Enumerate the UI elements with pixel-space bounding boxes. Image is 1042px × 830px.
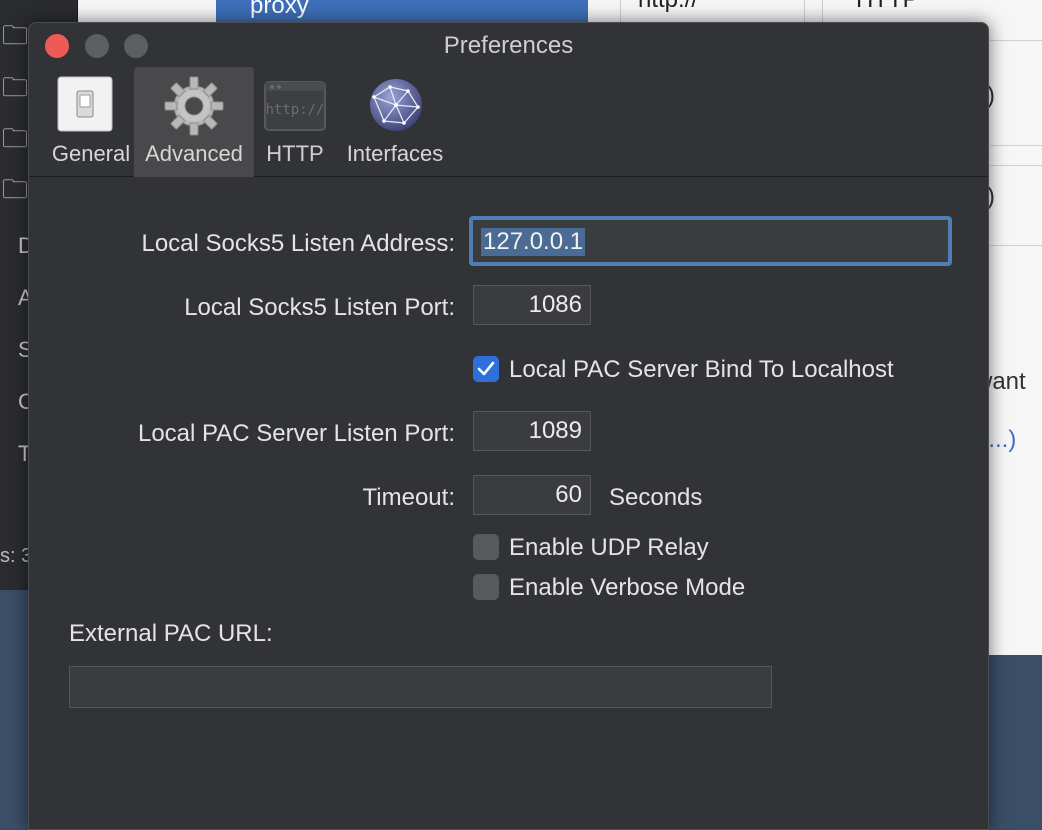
- svg-text:http://: http://: [265, 102, 324, 118]
- folder-icon: 🗀: [2, 175, 29, 205]
- tab-interfaces-label: Interfaces: [346, 141, 444, 166]
- socks-address-label: Local Socks5 Listen Address:: [141, 230, 455, 257]
- external-pac-url-input[interactable]: [69, 666, 772, 708]
- pac-port-label: Local PAC Server Listen Port:: [137, 420, 455, 447]
- socks-port-label: Local Socks5 Listen Port:: [184, 294, 455, 321]
- timeout-input[interactable]: 60: [473, 475, 591, 515]
- background-selected-row[interactable]: proxy: [216, 0, 588, 22]
- socks-address-input[interactable]: 127.0.0.1: [469, 216, 952, 266]
- pac-bind-localhost-label[interactable]: Local PAC Server Bind To Localhost: [509, 356, 894, 384]
- http-icon: http://: [264, 81, 326, 136]
- external-pac-url-label: External PAC URL:: [69, 620, 273, 647]
- tab-general-label: General: [51, 141, 131, 166]
- timeout-unit-label: Seconds: [609, 484, 703, 511]
- folder-icon: 🗀: [2, 73, 29, 103]
- window-title: Preferences: [443, 32, 574, 59]
- tab-http-label: HTTP: [266, 141, 324, 166]
- pac-bind-localhost-checkbox[interactable]: [473, 356, 499, 382]
- checkmark-icon: [477, 361, 495, 376]
- switch-icon: [57, 76, 113, 137]
- gear-icon: [163, 75, 225, 142]
- udp-relay-checkbox[interactable]: [473, 534, 499, 560]
- verbose-mode-checkbox[interactable]: [473, 574, 499, 600]
- socks-address-value: 127.0.0.1: [481, 228, 586, 256]
- tab-advanced[interactable]: Advanced: [134, 67, 254, 177]
- preferences-toolbar: General Advanced http:// HTTP Interfaces: [29, 67, 988, 177]
- tab-http[interactable]: http:// HTTP: [257, 67, 333, 177]
- socks-port-input[interactable]: 1086: [473, 285, 591, 325]
- background-header-text: HTTP: [856, 0, 919, 14]
- preferences-window: Preferences General Advanced http:// HTT…: [28, 22, 989, 830]
- globe-icon: [368, 77, 424, 138]
- timeout-label: Timeout:: [362, 484, 455, 511]
- verbose-mode-label[interactable]: Enable Verbose Mode: [509, 574, 745, 602]
- tab-advanced-label: Advanced: [145, 141, 243, 166]
- pac-port-input[interactable]: 1089: [473, 411, 591, 451]
- udp-relay-label[interactable]: Enable UDP Relay: [509, 534, 709, 562]
- folder-icon: 🗀: [2, 124, 29, 154]
- folder-icon: 🗀: [2, 21, 29, 51]
- tab-interfaces[interactable]: Interfaces: [339, 67, 451, 177]
- title-bar[interactable]: Preferences: [29, 23, 988, 67]
- tab-general[interactable]: General: [39, 67, 143, 177]
- background-header-text: http://: [638, 0, 698, 14]
